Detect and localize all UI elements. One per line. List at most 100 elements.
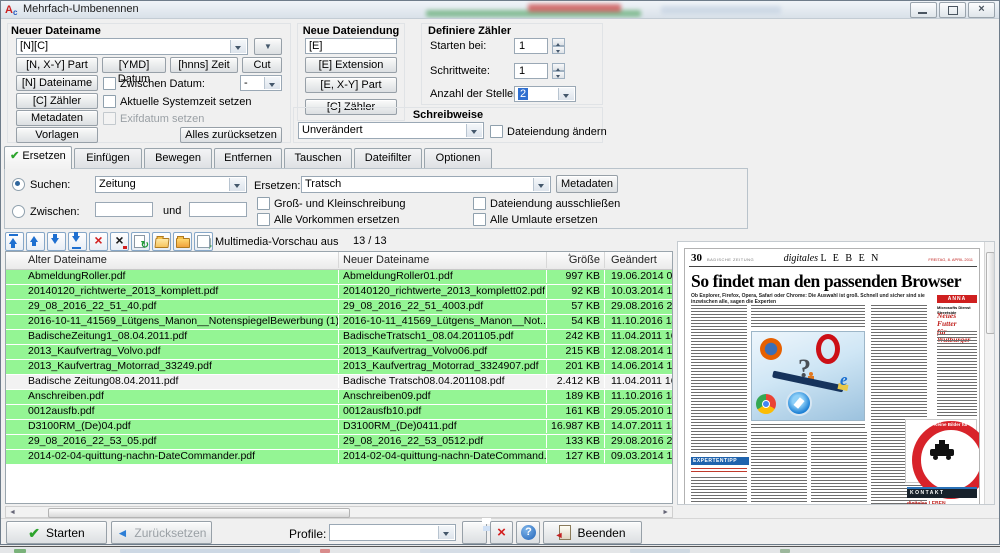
table-row[interactable]: 2014-02-04-quittung-nachn-DateCommander.…	[6, 450, 672, 465]
maximize-button[interactable]	[939, 2, 966, 18]
step-input[interactable]: 1	[514, 63, 548, 79]
chevron-down-icon[interactable]	[438, 526, 454, 539]
metadata-button-2[interactable]: Metadaten	[556, 175, 618, 193]
help-button[interactable]: ?	[516, 521, 540, 544]
between-to-input[interactable]	[189, 202, 247, 217]
chevron-down-icon[interactable]	[229, 178, 245, 191]
tab[interactable]: Einfügen	[74, 148, 142, 169]
tab[interactable]: Tauschen	[284, 148, 352, 169]
table-row[interactable]: 29_08_2016_22_51_40.pdf 29_08_2016_22_51…	[6, 300, 672, 315]
move-top-icon[interactable]	[5, 232, 24, 251]
header-size[interactable]: Größe	[547, 252, 605, 268]
chevron-down-icon[interactable]	[466, 124, 482, 137]
start-at-input[interactable]: 1	[514, 38, 548, 54]
check-icon: ✔	[28, 526, 40, 540]
case-combo[interactable]: Unverändert	[298, 122, 484, 139]
table-row[interactable]: 2013_Kaufvertrag_Motorrad_33249.pdf 2013…	[6, 360, 672, 375]
case-sensitive-checkbox[interactable]	[257, 197, 270, 210]
tab[interactable]: Optionen	[424, 148, 492, 169]
size-cell: 2.412 KB	[547, 375, 605, 388]
preview-scrollbar-thumb[interactable]	[986, 252, 995, 334]
pattern-combo[interactable]: [N][C]	[16, 38, 248, 55]
table-row[interactable]: 20140120_richtwerte_2013_komplett.pdf 20…	[6, 285, 672, 300]
change-ext-checkbox[interactable]	[490, 125, 503, 138]
remove-all-icon[interactable]: ×	[110, 232, 129, 251]
scroll-right-icon[interactable]: ►	[662, 509, 669, 516]
header-old-name[interactable]: Alter Dateiname	[24, 252, 339, 268]
delete-profile-button[interactable]: ×	[490, 521, 513, 544]
tab[interactable]: Entfernen	[214, 148, 282, 169]
move-bottom-icon[interactable]	[68, 232, 87, 251]
between-radio[interactable]	[12, 205, 25, 218]
remove-file-icon[interactable]: ×	[89, 232, 108, 251]
horizontal-scrollbar[interactable]: ◄ ►	[5, 506, 673, 518]
start-button[interactable]: ✔Starten	[6, 521, 107, 544]
open-folder-icon[interactable]	[152, 232, 171, 251]
chevron-down-icon[interactable]	[230, 40, 246, 53]
table-row[interactable]: Anschreiben.pdf Anschreiben09.pdf 189 KB…	[6, 390, 672, 405]
close-button[interactable]: ×	[968, 2, 995, 18]
extension-pattern-input[interactable]: [E]	[305, 38, 397, 54]
add-folder-icon[interactable]	[173, 232, 192, 251]
counter-button[interactable]: [C] Zähler	[16, 93, 98, 109]
opera-logo	[816, 334, 840, 364]
tab[interactable]: Ersetzen	[4, 146, 72, 169]
minimize-button[interactable]	[910, 2, 937, 18]
table-row[interactable]: AbmeldungRoller.pdf AbmeldungRoller01.pd…	[6, 270, 672, 285]
refresh-icon[interactable]: ↻	[131, 232, 150, 251]
templates-button[interactable]: Vorlagen	[16, 127, 98, 143]
filename-button[interactable]: [N] Dateiname	[16, 75, 98, 91]
extension-button[interactable]: [E] Extension	[305, 57, 397, 73]
date-button[interactable]: [YMD] Datum	[102, 57, 166, 73]
umlauts-checkbox[interactable]	[473, 213, 486, 226]
time-button[interactable]: [hnns] Zeit	[170, 57, 238, 73]
tab[interactable]: Bewegen	[144, 148, 212, 169]
file-toolbar: × × ↻ +	[5, 232, 213, 251]
chevron-down-icon[interactable]	[558, 88, 574, 100]
scrollbar-thumb[interactable]	[48, 508, 350, 518]
metadata-button[interactable]: Metadaten	[16, 110, 98, 126]
search-radio[interactable]	[12, 178, 25, 191]
quit-button[interactable]: Beenden	[543, 521, 642, 544]
chevron-down-icon[interactable]	[533, 178, 549, 191]
header-new-name[interactable]: Neuer Dateiname	[339, 252, 547, 268]
table-row[interactable]: 2016-10-11_41569_Lütgens_Manon__Notenspi…	[6, 315, 672, 330]
replace-combo[interactable]: Tratsch	[301, 176, 551, 193]
table-row[interactable]: 0012ausfb.pdf 0012ausfb10.pdf 161 KB 29.…	[6, 405, 672, 420]
chevron-down-icon[interactable]	[264, 77, 280, 89]
move-up-icon[interactable]	[26, 232, 45, 251]
exclude-extension-checkbox[interactable]	[473, 197, 486, 210]
cut-button[interactable]: Cut	[242, 57, 282, 73]
between-from-input[interactable]	[95, 202, 153, 217]
search-combo[interactable]: Zeitung	[95, 176, 247, 193]
part-button[interactable]: [N, X-Y] Part	[16, 57, 98, 73]
size-cell: 133 KB	[547, 435, 605, 448]
start-at-spinner[interactable]	[552, 38, 565, 54]
reset-all-button[interactable]: Alles zurücksetzen	[180, 127, 282, 143]
profile-combo[interactable]	[329, 524, 456, 541]
date-separator-combo[interactable]: -	[240, 75, 282, 91]
old-filename-cell: 20140120_richtwerte_2013_komplett.pdf	[24, 285, 339, 298]
between-date-checkbox[interactable]	[103, 77, 116, 90]
new-filename-cell: 2014-02-04-quittung-nachn-DateCommand...	[339, 450, 547, 463]
all-occurrences-checkbox[interactable]	[257, 213, 270, 226]
systime-checkbox[interactable]	[103, 95, 116, 108]
reset-button[interactable]: ◄Zurücksetzen	[111, 521, 212, 544]
preview-scrollbar[interactable]	[984, 242, 994, 504]
move-down-icon[interactable]	[47, 232, 66, 251]
date-cell: 29.05.2010 18:	[607, 405, 673, 418]
new-filename-cell: 2013_Kaufvertrag_Volvo06.pdf	[339, 345, 547, 358]
table-row[interactable]: 2013_Kaufvertrag_Volvo.pdf 2013_Kaufvert…	[6, 345, 672, 360]
scroll-left-icon[interactable]: ◄	[9, 509, 16, 516]
table-row[interactable]: Badische Zeitung08.04.2011.pdf Badische …	[6, 375, 672, 390]
pattern-menu-button[interactable]: ▼	[254, 38, 282, 55]
ext-part-button[interactable]: [E, X-Y] Part	[305, 77, 397, 93]
table-row[interactable]: 29_08_2016_22_53_05.pdf 29_08_2016_22_53…	[6, 435, 672, 450]
digits-combo[interactable]: 2	[514, 86, 576, 102]
step-spinner[interactable]	[552, 63, 565, 79]
save-profile-button[interactable]	[462, 521, 487, 544]
table-row[interactable]: D3100RM_(De)04.pdf D3100RM_(De)0411.pdf …	[6, 420, 672, 435]
multimedia-preview-checkbox[interactable]	[197, 235, 210, 248]
tab[interactable]: Dateifilter	[354, 148, 422, 169]
table-row[interactable]: BadischeZeitung1_08.04.2011.pdf Badische…	[6, 330, 672, 345]
